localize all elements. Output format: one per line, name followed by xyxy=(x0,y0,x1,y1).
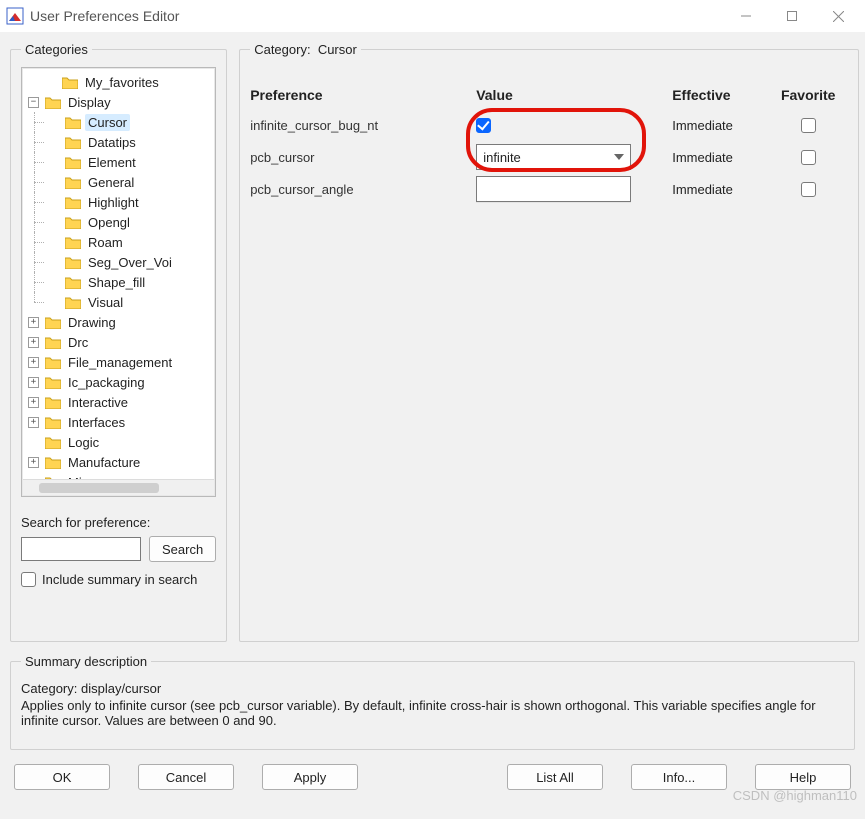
col-value: Value xyxy=(476,87,666,103)
col-preference: Preference xyxy=(250,87,470,103)
expander-drawing[interactable]: + xyxy=(28,317,39,328)
col-effective: Effective xyxy=(672,87,762,103)
pref-row: pcb_cursor infinite Immediate xyxy=(250,141,848,173)
tree-item-highlight[interactable]: Highlight xyxy=(85,194,142,211)
summary-category-line: Category: display/cursor xyxy=(21,681,844,696)
tree-item-cursor[interactable]: Cursor xyxy=(85,114,130,131)
maximize-button[interactable] xyxy=(769,0,815,32)
expander-drc[interactable]: + xyxy=(28,337,39,348)
pref-value-text[interactable] xyxy=(476,176,631,202)
tree-item-shape-fill[interactable]: Shape_fill xyxy=(85,274,148,291)
folder-icon xyxy=(45,416,61,429)
tree-item-manufacture[interactable]: Manufacture xyxy=(65,454,143,471)
pref-favorite-checkbox[interactable] xyxy=(801,182,816,197)
folder-icon xyxy=(65,116,81,129)
cancel-button[interactable]: Cancel xyxy=(138,764,234,790)
pref-effective: Immediate xyxy=(672,150,762,165)
pref-name: pcb_cursor xyxy=(250,150,470,165)
window-title: User Preferences Editor xyxy=(30,8,723,24)
categories-panel: Categories My_favorites xyxy=(10,42,227,642)
col-favorite: Favorite xyxy=(768,87,848,103)
folder-icon xyxy=(65,236,81,249)
pref-favorite-checkbox[interactable] xyxy=(801,150,816,165)
include-summary-checkbox[interactable] xyxy=(21,572,36,587)
folder-icon xyxy=(45,456,61,469)
category-legend: Category: Cursor xyxy=(250,42,361,57)
pref-name: pcb_cursor_angle xyxy=(250,182,470,197)
expander-display[interactable]: − xyxy=(28,97,39,108)
folder-icon xyxy=(65,276,81,289)
pref-effective: Immediate xyxy=(672,182,762,197)
watermark: CSDN @highman110 xyxy=(733,788,857,803)
folder-icon xyxy=(65,156,81,169)
tree-item-drc[interactable]: Drc xyxy=(65,334,91,351)
tree-item-general[interactable]: General xyxy=(85,174,137,191)
tree-item-opengl[interactable]: Opengl xyxy=(85,214,133,231)
folder-icon xyxy=(45,356,61,369)
app-icon xyxy=(6,7,24,25)
tree-item-element[interactable]: Element xyxy=(85,154,139,171)
folder-icon xyxy=(45,396,61,409)
summary-body: Applies only to infinite cursor (see pcb… xyxy=(21,698,844,728)
tree-item-interfaces[interactable]: Interfaces xyxy=(65,414,128,431)
expander-file-management[interactable]: + xyxy=(28,357,39,368)
client-area: Categories My_favorites xyxy=(0,32,865,819)
summary-panel: Summary description Category: display/cu… xyxy=(10,654,855,750)
folder-icon xyxy=(62,76,78,89)
tree-item-my-favorites[interactable]: My_favorites xyxy=(82,74,162,91)
pref-row: infinite_cursor_bug_nt Immediate xyxy=(250,109,848,141)
minimize-button[interactable] xyxy=(723,0,769,32)
folder-icon xyxy=(65,136,81,149)
pref-favorite-checkbox[interactable] xyxy=(801,118,816,133)
categories-legend: Categories xyxy=(21,42,92,57)
folder-icon xyxy=(45,96,61,109)
expander-manufacture[interactable]: + xyxy=(28,457,39,468)
summary-legend: Summary description xyxy=(21,654,151,669)
dialog-buttons: OK Cancel Apply List All Info... Help xyxy=(10,764,855,790)
pref-effective: Immediate xyxy=(672,118,762,133)
tree-item-drawing[interactable]: Drawing xyxy=(65,314,119,331)
tree-item-seg-over-voi[interactable]: Seg_Over_Voi xyxy=(85,254,175,271)
tree-item-datatips[interactable]: Datatips xyxy=(85,134,139,151)
apply-button[interactable]: Apply xyxy=(262,764,358,790)
chevron-down-icon xyxy=(614,154,624,160)
pref-value-checkbox[interactable] xyxy=(476,118,491,133)
tree-item-visual[interactable]: Visual xyxy=(85,294,126,311)
tree-horizontal-scrollbar[interactable] xyxy=(23,479,214,495)
help-button[interactable]: Help xyxy=(755,764,851,790)
include-summary-label: Include summary in search xyxy=(42,572,197,587)
ok-button[interactable]: OK xyxy=(14,764,110,790)
expander-interfaces[interactable]: + xyxy=(28,417,39,428)
close-button[interactable] xyxy=(815,0,861,32)
folder-icon xyxy=(65,176,81,189)
folder-icon xyxy=(65,256,81,269)
search-button[interactable]: Search xyxy=(149,536,216,562)
folder-icon xyxy=(65,216,81,229)
folder-icon xyxy=(65,196,81,209)
search-label: Search for preference: xyxy=(21,515,216,530)
category-panel: Category: Cursor Preference Value Effect… xyxy=(239,42,859,642)
folder-icon xyxy=(45,316,61,329)
preferences-table: Preference Value Effective Favorite infi… xyxy=(250,87,848,205)
tree-item-logic[interactable]: Logic xyxy=(65,434,102,451)
folder-icon xyxy=(45,376,61,389)
pref-value-select[interactable]: infinite xyxy=(476,144,631,170)
expander-interactive[interactable]: + xyxy=(28,397,39,408)
folder-icon xyxy=(45,436,61,449)
pref-row: pcb_cursor_angle Immediate xyxy=(250,173,848,205)
list-all-button[interactable]: List All xyxy=(507,764,603,790)
tree-item-ic-packaging[interactable]: Ic_packaging xyxy=(65,374,148,391)
tree-item-interactive[interactable]: Interactive xyxy=(65,394,131,411)
expander-ic-packaging[interactable]: + xyxy=(28,377,39,388)
search-input[interactable] xyxy=(21,537,141,561)
tree-item-file-management[interactable]: File_management xyxy=(65,354,175,371)
titlebar: User Preferences Editor xyxy=(0,0,865,32)
pref-name: infinite_cursor_bug_nt xyxy=(250,118,470,133)
categories-tree[interactable]: My_favorites − Display Cursor Dat xyxy=(21,67,216,497)
tree-item-roam[interactable]: Roam xyxy=(85,234,126,251)
info-button[interactable]: Info... xyxy=(631,764,727,790)
tree-item-display[interactable]: Display xyxy=(65,94,114,111)
folder-icon xyxy=(45,336,61,349)
folder-icon xyxy=(65,296,81,309)
